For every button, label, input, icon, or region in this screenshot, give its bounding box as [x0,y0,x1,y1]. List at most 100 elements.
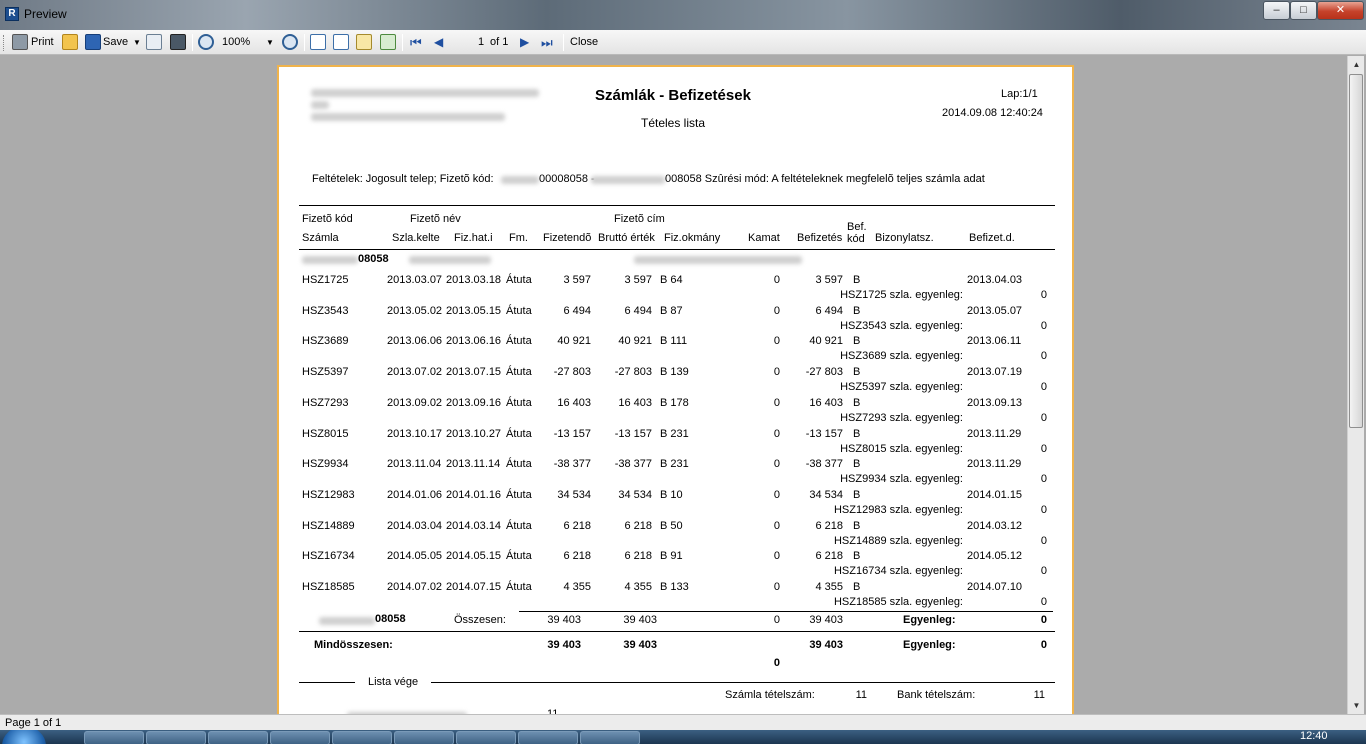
cell-due-date: 2013.05.15 [446,304,502,317]
start-button-icon[interactable] [2,730,46,744]
cell-issue-date: 2013.11.04 [387,458,442,471]
group-total-label: Összesen: [454,614,506,626]
single-page-icon[interactable] [310,34,326,50]
close-window-button[interactable]: ✕ [1317,1,1364,20]
list-end-rule-left [299,682,355,683]
taskbar-firefox-icon[interactable] [208,731,268,744]
last-page-icon[interactable]: ⏭ [541,34,553,52]
cell-interest: 0 [773,396,780,409]
cell-due-date: 2014.03.14 [446,519,502,532]
cell-interest: 0 [773,488,780,501]
edit-page-icon[interactable] [356,34,372,50]
cell-paid: 6 218 [815,519,843,532]
cell-gross: 4 355 [624,581,652,593]
cell-payable: 16 403 [557,396,591,409]
cell-paid-date: 2013.05.07 [967,304,1023,317]
taskbar-save-app-icon[interactable] [332,731,392,744]
cell-due-date: 2013.06.16 [446,335,502,348]
cell-issue-date: 2014.01.06 [387,488,443,501]
cell-due-date: 2013.09.16 [446,396,502,409]
save-dropdown-icon[interactable]: ▼ [133,34,141,51]
vertical-scrollbar[interactable]: ▲ ▼ [1347,56,1364,714]
report-page: Számlák - Befizetések Tételes lista Lap:… [277,65,1074,714]
cell-invoice: HSZ18585 [302,581,355,593]
cell-payable: 6 494 [563,304,591,317]
redacted-payer-address [634,256,802,264]
list-end-label: Lista vége [368,676,419,688]
invoice-balance-label: HSZ5397 szla. egyenleg: [840,381,963,394]
taskbar-ie-icon[interactable] [84,731,144,744]
cell-issue-date: 2013.05.02 [387,304,443,317]
zoom-out-icon[interactable] [198,34,214,50]
grand-total-balance-label: Egyenleg: [903,639,956,651]
taskbar-explorer-icon[interactable] [146,731,206,744]
scroll-thumb[interactable] [1349,74,1363,428]
print-button[interactable]: Print [31,34,54,52]
invoice-balance-value: 0 [1040,381,1047,394]
group-total-payable: 39 403 [547,614,581,626]
binoculars-find-icon[interactable] [170,34,186,50]
grand-total-gross: 39 403 [623,639,657,651]
page-setup-icon[interactable] [333,34,349,50]
thumbnails-icon[interactable] [380,34,396,50]
scroll-up-icon[interactable]: ▲ [1348,56,1365,73]
invoice-balance-label: HSZ8015 szla. egyenleg: [840,442,963,455]
zoom-level-select[interactable]: 100% [222,34,250,52]
current-page-input[interactable]: 1 [478,34,484,52]
cell-payable: 6 218 [563,519,591,532]
taskbar-skype-icon[interactable] [270,731,330,744]
taskbar-app-icon[interactable] [518,731,578,744]
close-preview-button[interactable]: Close [570,34,598,52]
col-payer-code: Fizetõ kód [302,213,353,225]
invoice-balance-value: 0 [1040,534,1047,547]
cell-bank-code: B [853,396,861,409]
taskbar-visual-studio-icon[interactable] [456,731,516,744]
cell-paid-date: 2013.11.29 [967,427,1022,440]
minimize-button[interactable]: – [1263,1,1290,20]
invoice-balance-value: 0 [1040,411,1047,424]
cell-gross: -38 377 [614,458,652,471]
email-icon[interactable] [146,34,162,50]
cell-paid-date: 2014.05.12 [967,550,1023,563]
save-button[interactable]: Save [103,34,128,52]
maximize-button[interactable]: □ [1290,1,1317,20]
first-page-icon[interactable]: ⏮ [410,34,422,52]
col-bank-code: Bef. kód [847,221,867,245]
taskbar-notes-icon[interactable] [394,731,454,744]
cell-pay-doc: B 178 [660,396,689,409]
cell-payable: -38 377 [553,458,591,471]
invoice-balance-value: 0 [1040,442,1047,455]
cell-interest: 0 [773,458,780,471]
next-page-icon[interactable]: ▶ [520,34,529,52]
invoice-balance-label: HSZ16734 szla. egyenleg: [833,565,963,578]
cell-paid-date: 2013.04.03 [967,274,1023,286]
cell-issue-date: 2014.03.04 [387,519,443,532]
cell-paid: 34 534 [809,488,843,501]
cell-pay-doc: B 91 [660,550,683,563]
invoice-balance-label: HSZ1725 szla. egyenleg: [840,289,963,301]
cell-due-date: 2014.01.16 [446,488,502,501]
open-folder-icon[interactable] [62,34,78,50]
cell-due-date: 2014.05.15 [446,550,502,563]
cell-paid-date: 2014.07.10 [967,581,1023,593]
grand-total-payable: 39 403 [547,639,581,651]
col-pay-doc: Fiz.okmány [664,232,721,244]
cell-bank-code: B [853,458,861,471]
cell-gross: 34 534 [618,488,652,501]
zoom-in-icon[interactable] [282,34,298,50]
taskbar-app-icon[interactable] [580,731,640,744]
cell-invoice: HSZ16734 [302,550,355,563]
zoom-dropdown-icon[interactable]: ▼ [266,34,274,51]
scroll-down-icon[interactable]: ▼ [1348,697,1365,714]
cell-paid: -13 157 [805,427,843,440]
cell-bank-code: B [853,550,861,563]
taskbar-clock: 12:40 [1300,730,1328,742]
cell-bank-code: B [853,335,861,348]
cell-invoice: HSZ14889 [302,519,355,532]
previous-page-icon[interactable]: ◀ [434,34,443,52]
invoice-balance-label: HSZ14889 szla. egyenleg: [833,534,963,547]
cell-payable: 34 534 [557,488,591,501]
cell-gross: 6 218 [624,519,652,532]
redacted-code [591,176,665,184]
redacted-company-line [311,101,329,109]
